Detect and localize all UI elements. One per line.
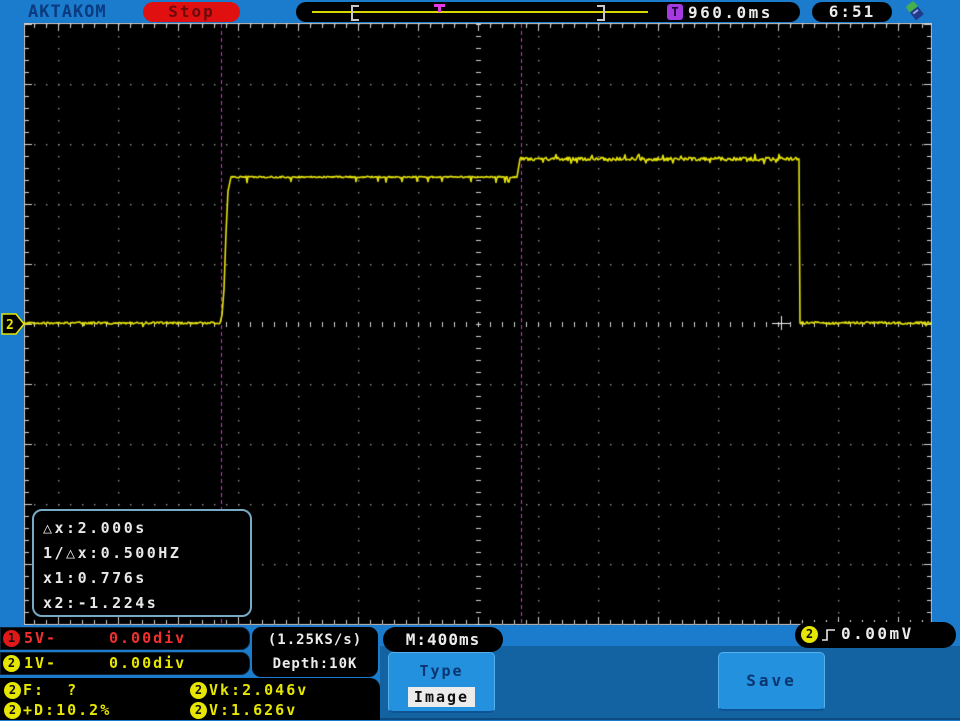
- memory-depth: Depth:10K: [252, 651, 378, 675]
- brand-logo: AKTAKOM: [28, 2, 107, 22]
- svg-text:2: 2: [6, 318, 14, 333]
- ch1-scale: 5V-: [24, 629, 57, 647]
- cursor-x2-value: x2:-1.224s: [43, 591, 250, 616]
- trigger-time-value: 960.0ms: [688, 3, 773, 22]
- window-right-bracket-icon: [597, 5, 605, 21]
- meas-frequency: F: ?: [23, 681, 78, 699]
- cursor-x1-value: x1:0.776s: [43, 566, 250, 591]
- run-state-badge[interactable]: Stop: [143, 2, 240, 22]
- save-button[interactable]: Save: [718, 652, 825, 711]
- meas-duty: +D:10.2%: [23, 701, 111, 719]
- meas-v: V:1.626v: [209, 701, 297, 719]
- timebase-pill: M:400ms: [383, 627, 503, 652]
- ch1-status-row: 1 5V- 0.00div: [0, 627, 250, 650]
- type-button-value: Image: [408, 687, 475, 707]
- meas-duty-badge: 2: [4, 702, 21, 719]
- trigger-status-pill: 2 0.00mV: [795, 622, 956, 648]
- ch2-position: 0.00div: [109, 654, 186, 672]
- trigger-channel-badge: 2: [801, 626, 818, 643]
- oscilloscope-screen: { "header": { "brand": "AKTAKOM", "run_s…: [0, 0, 960, 720]
- meas-f-badge: 2: [4, 682, 21, 699]
- trigger-position-marker-icon: [438, 7, 441, 12]
- ch2-position-marker[interactable]: 2: [1, 312, 27, 336]
- usb-disk-icon: [902, 0, 928, 23]
- sample-rate: (1.25KS/s): [252, 627, 378, 651]
- ch2-scale: 1V-: [24, 654, 57, 672]
- ch2-badge: 2: [3, 655, 20, 672]
- window-left-bracket-icon: [351, 5, 359, 21]
- ch1-position: 0.00div: [109, 629, 186, 647]
- cursor-freq-value: 1/△x:0.500HZ: [43, 541, 250, 566]
- type-button[interactable]: Type Image: [388, 652, 495, 713]
- clock: 6:51: [812, 2, 892, 22]
- acquisition-info-box: (1.25KS/s) Depth:10K: [252, 627, 378, 677]
- trigger-time-pill: T 960.0ms: [661, 2, 800, 22]
- cursor-readout-box: △x:2.000s 1/△x:0.500HZ x1:0.776s x2:-1.2…: [32, 509, 252, 617]
- meas-vk: Vk:2.046v: [209, 681, 308, 699]
- measurements-box: 2F: ? 2Vk:2.046v 2+D:10.2% 2V:1.626v: [0, 678, 380, 720]
- rising-edge-icon: [821, 627, 837, 643]
- type-button-label: Type: [389, 662, 494, 680]
- cursor-dx-value: △x:2.000s: [43, 516, 250, 541]
- meas-vk-badge: 2: [190, 682, 207, 699]
- ch2-status-row: 2 1V- 0.00div: [0, 652, 250, 675]
- trigger-time-icon: T: [667, 4, 683, 20]
- meas-v-badge: 2: [190, 702, 207, 719]
- trigger-level-value: 0.00mV: [841, 624, 914, 643]
- ch1-badge: 1: [3, 630, 20, 647]
